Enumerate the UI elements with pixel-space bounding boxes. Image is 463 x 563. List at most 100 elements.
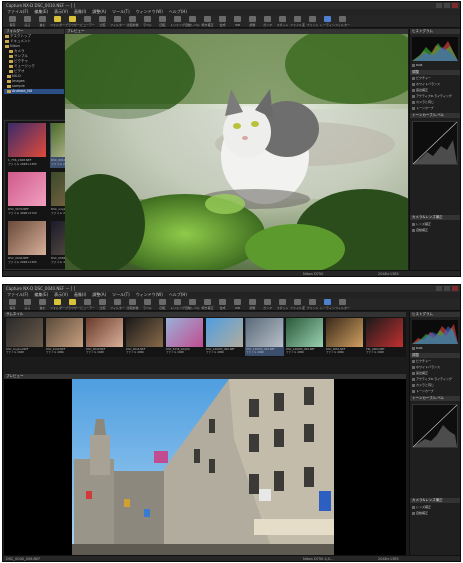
toolbar-button-0[interactable]: 保存: [5, 15, 20, 28]
adjustment-row[interactable]: 露出補正: [412, 88, 458, 93]
toolbar-icon: [9, 16, 16, 22]
toolbar-button-9[interactable]: ラベル: [140, 15, 155, 28]
lens-correction-row[interactable]: レンズ補正: [412, 222, 458, 227]
minimize-button[interactable]: [436, 3, 442, 8]
maximize-button[interactable]: [444, 286, 450, 291]
filmstrip-thumbnail[interactable]: DSC_0040.NEF ファイル 2048: [85, 318, 124, 356]
toolbar-button-12[interactable]: 自動レベル: [185, 298, 200, 311]
adjustment-row[interactable]: ホワイトバランス: [412, 82, 458, 87]
toolbar-icon: [69, 16, 76, 22]
adjustment-row[interactable]: アクティブD-ライティング: [412, 377, 458, 382]
toolbar-button-22[interactable]: フィルター: [335, 15, 350, 28]
toolbar-label: レーティング: [320, 306, 335, 310]
toolbar-button-20[interactable]: プリント: [305, 298, 320, 311]
adjustment-row[interactable]: 露出補正: [412, 371, 458, 376]
toolbar-button-13[interactable]: 傾き補正: [200, 15, 215, 28]
filmstrip-thumbnail[interactable]: DSC_140025_008.NEF ファイル 4096: [245, 318, 284, 356]
close-button[interactable]: [452, 286, 458, 291]
toolbar-icon: [39, 16, 46, 22]
toolbar-button-12[interactable]: 自動レベル: [185, 15, 200, 28]
toolbar-button-15[interactable]: WB: [230, 298, 245, 311]
toolbar-button-20[interactable]: プリント: [305, 15, 320, 28]
toolbar-button-16[interactable]: 調整: [245, 15, 260, 28]
filmstrip-thumbnail[interactable]: DSC_0100.NEF ファイル 4096: [45, 318, 84, 356]
maximize-button[interactable]: [444, 3, 450, 8]
thumbnail-meta: ファイル 4096: [246, 351, 264, 354]
toolbar-button-18[interactable]: スポット: [275, 15, 290, 28]
toolbar-button-3[interactable]: フォルダー: [50, 298, 65, 311]
adjustment-row[interactable]: ピクチャー: [412, 76, 458, 81]
toolbar-button-15[interactable]: WB: [230, 15, 245, 28]
filmstrip-thumbnail[interactable]: DSC_original.NEF ファイル 2048: [5, 318, 44, 356]
toolbar-icon: [309, 16, 316, 22]
toolbar-button-17[interactable]: ガンマ: [260, 298, 275, 311]
thumbnail[interactable]: DSC_5670.NEF ファイル 4096×2720: [7, 172, 48, 217]
toolbar-button-0[interactable]: 保存: [5, 298, 20, 311]
toolbar-button-14[interactable]: 合成: [215, 298, 230, 311]
minimize-button[interactable]: [436, 286, 442, 291]
toolbar-button-22[interactable]: フィルター: [335, 298, 350, 311]
toolbar-button-5[interactable]: ビューアー: [80, 298, 95, 311]
checkbox-icon: [412, 106, 415, 110]
toolbar-icon: [99, 16, 106, 22]
toolbar-button-6[interactable]: 比較: [95, 15, 110, 28]
toolbar-button-16[interactable]: 調整: [245, 298, 260, 311]
thumbnail[interactable]: 1_756_2048.NEF ファイル 2048×1365: [7, 123, 48, 168]
histogram-header: ヒストグラム: [410, 29, 460, 34]
thumbnail-filename: DSC_5670.NEF: [8, 208, 29, 211]
toolbar-button-4[interactable]: ブラウザー: [65, 298, 80, 311]
adjustment-row[interactable]: トーンカーブ: [412, 106, 458, 111]
adjustment-row[interactable]: トーンカーブ: [412, 389, 458, 394]
street-photo[interactable]: [4, 379, 406, 555]
toolbar-button-8[interactable]: 比較前後: [125, 15, 140, 28]
toolbar-button-7[interactable]: フィルター: [110, 298, 125, 311]
tone-curve-editor[interactable]: [412, 121, 458, 165]
toolbar-button-19[interactable]: ファイル変換: [290, 15, 305, 28]
auto-correction-row[interactable]: 自動補正: [412, 228, 458, 233]
preview-image-cat[interactable]: [65, 34, 408, 270]
thumbnail[interactable]: DSC_0040.NEF ファイル 2048×1365: [7, 221, 48, 266]
toolbar-button-17[interactable]: ガンマ: [260, 15, 275, 28]
toolbar-button-6[interactable]: 比較: [95, 298, 110, 311]
toolbar-label: ファイル変換: [290, 23, 305, 27]
toolbar-button-21[interactable]: レーティング: [320, 298, 335, 311]
filmstrip-thumbnail[interactable]: DSC_0044.NEF ファイル 4096: [125, 318, 164, 356]
adjustment-row[interactable]: ピクチャー: [412, 359, 458, 364]
adjustment-row[interactable]: アクティブD-ライティング: [412, 94, 458, 99]
auto-correction-row[interactable]: 自動補正: [412, 511, 458, 516]
toolbar-button-3[interactable]: フォルダー: [50, 15, 65, 28]
tone-curve-editor[interactable]: [412, 404, 458, 448]
toolbar-button-1[interactable]: 戻る: [20, 15, 35, 28]
toolbar-button-7[interactable]: フィルター: [110, 15, 125, 28]
toolbar-button-21[interactable]: レーティング: [320, 15, 335, 28]
filmstrip-thumbnail[interactable]: DSC_0081.NEF ファイル 4096: [325, 318, 364, 356]
toolbar-button-1[interactable]: 戻る: [20, 298, 35, 311]
lens-correction-row[interactable]: レンズ補正: [412, 505, 458, 510]
filmstrip-thumbnail[interactable]: TRL_0002.NEF ファイル 2048: [365, 318, 404, 356]
adjustment-row[interactable]: ホワイトバランス: [412, 365, 458, 370]
rgb-channel-select[interactable]: RGB: [412, 63, 458, 68]
toolbar-button-5[interactable]: ビューアー: [80, 15, 95, 28]
toolbar-button-2[interactable]: 進む: [35, 298, 50, 311]
toolbar-button-11[interactable]: トリミング: [170, 298, 185, 311]
toolbar-button-10[interactable]: 回転: [155, 15, 170, 28]
toolbar-button-14[interactable]: 合成: [215, 15, 230, 28]
toolbar-button-8[interactable]: 比較前後: [125, 298, 140, 311]
toolbar-button-19[interactable]: ファイル変換: [290, 298, 305, 311]
rgb-channel-select[interactable]: RGB: [412, 346, 458, 351]
folder-tree-item[interactable]: Android_NX: [4, 89, 64, 94]
toolbar-button-13[interactable]: 傾き補正: [200, 298, 215, 311]
toolbar-button-4[interactable]: ブラウザー: [65, 15, 80, 28]
toolbar-button-11[interactable]: トリミング: [170, 15, 185, 28]
adjustment-row[interactable]: カメラと同じ: [412, 383, 458, 388]
curve-header: トーンカーブ/レベル: [410, 396, 460, 401]
filmstrip-thumbnail[interactable]: DSC_140025_009.NEF ファイル 4096: [285, 318, 324, 356]
filmstrip-thumbnail[interactable]: DSC_5236_GD.JPG ファイル 2048: [165, 318, 204, 356]
toolbar-button-18[interactable]: スポット: [275, 298, 290, 311]
toolbar-button-2[interactable]: 進む: [35, 15, 50, 28]
close-button[interactable]: [452, 3, 458, 8]
toolbar-button-9[interactable]: ラベル: [140, 298, 155, 311]
filmstrip-thumbnail[interactable]: DSC_140025_006.NEF ファイル 4096: [205, 318, 244, 356]
toolbar-button-10[interactable]: 回転: [155, 298, 170, 311]
adjustment-row[interactable]: カメラと同じ: [412, 100, 458, 105]
